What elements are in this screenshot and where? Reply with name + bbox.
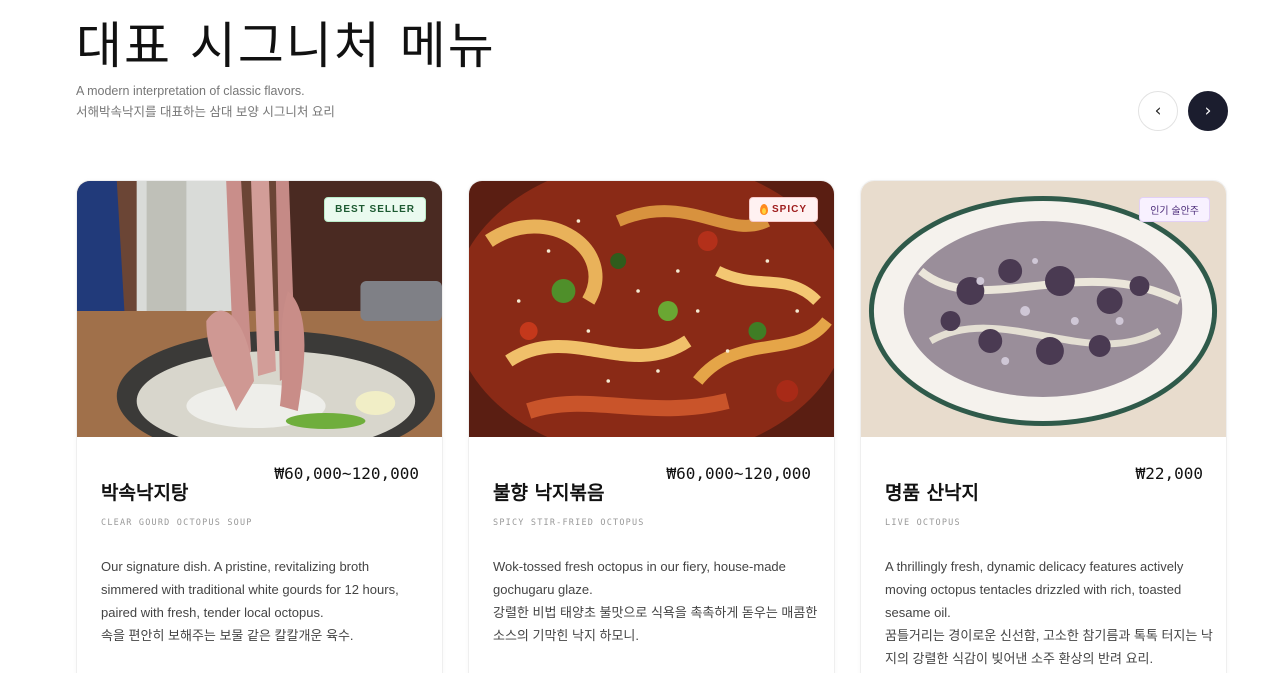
description-line: 속을 편안히 보해주는 보물 같은 칼칼개운 육수.	[101, 628, 354, 643]
dish-description: Wok-tossed fresh octopus in our fiery, h…	[493, 555, 818, 647]
description-line: A thrillingly fresh, dynamic delicacy fe…	[885, 559, 1184, 574]
description-line: Wok-tossed fresh octopus in our fiery, h…	[493, 559, 786, 574]
description-line: 꿈틀거리는 경이로운 신선함, 고소한 참기름과 톡톡 터지는 낙	[885, 628, 1213, 643]
dish-description: Our signature dish. A pristine, revitali…	[101, 555, 421, 647]
dish-photo-octopus-soup: BEST SELLER	[77, 181, 442, 437]
flame-icon	[759, 204, 768, 215]
menu-card[interactable]: SPICY ₩60,000~120,000 불향 낙지볶음 SPICY STIR…	[468, 180, 835, 673]
description-line: 소스의 기막힌 낙지 하모니.	[493, 628, 640, 643]
spicy-badge-label: SPICY	[771, 204, 807, 215]
dish-name: 명품 산낙지	[885, 482, 980, 504]
description-line: gochugaru glaze.	[493, 582, 593, 597]
description-line: moving octopus tentacles drizzled with r…	[885, 582, 1182, 597]
dish-price: ₩22,000	[1135, 464, 1203, 483]
description-line: 강렬한 비법 태양초 불맛으로 식욕을 촉촉하게 돋우는 매콤한	[493, 605, 818, 620]
dish-name: 박속낙지탕	[101, 482, 189, 504]
spicy-badge: SPICY	[748, 197, 818, 222]
description-line: 지의 강렬한 식감이 빚어낸 소주 환상의 반려 요리.	[885, 651, 1154, 666]
section-title: 대표 시그니처 메뉴	[76, 17, 496, 75]
carousel-prev-button[interactable]: ‹	[1138, 91, 1178, 131]
popular-badge: 인기 술안주	[1139, 197, 1210, 222]
dish-photo-stir-fried-octopus: SPICY	[469, 181, 834, 437]
dish-photo-live-octopus: 인기 술안주	[861, 181, 1226, 437]
dish-description: A thrillingly fresh, dynamic delicacy fe…	[885, 555, 1213, 670]
description-line: simmered with traditional white gourds f…	[101, 582, 399, 597]
subtitle-korean: 서해박속낙지를 대표하는 삼대 보양 시그니처 요리	[76, 105, 335, 119]
menu-card[interactable]: BEST SELLER ₩60,000~120,000 박속낙지탕 CLEAR …	[76, 180, 443, 673]
dish-name: 불향 낙지볶음	[493, 482, 605, 504]
dish-name-english: LIVE OCTOPUS	[885, 518, 961, 528]
dish-name-english: SPICY STIR-FRIED OCTOPUS	[493, 518, 645, 528]
description-line: sesame oil.	[885, 605, 951, 620]
chevron-right-icon: ›	[1204, 101, 1212, 121]
description-line: paired with fresh, tender local octopus.	[101, 605, 324, 620]
subtitle-english: A modern interpretation of classic flavo…	[76, 84, 305, 98]
dish-name-english: CLEAR GOURD OCTOPUS SOUP	[101, 518, 253, 528]
chevron-left-icon: ‹	[1154, 101, 1162, 121]
carousel-next-button[interactable]: ›	[1188, 91, 1228, 131]
menu-card[interactable]: 인기 술안주 ₩22,000 명품 산낙지 LIVE OCTOPUS A thr…	[860, 180, 1227, 673]
description-line: Our signature dish. A pristine, revitali…	[101, 559, 370, 574]
section-subtitle: A modern interpretation of classic flavo…	[76, 81, 335, 123]
dish-price: ₩60,000~120,000	[274, 464, 420, 483]
best-seller-badge: BEST SELLER	[324, 197, 426, 222]
dish-price: ₩60,000~120,000	[666, 464, 812, 483]
